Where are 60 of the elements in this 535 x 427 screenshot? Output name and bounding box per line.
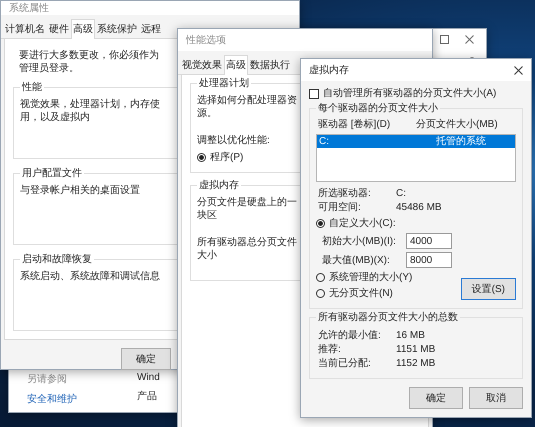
- size-option-radio[interactable]: 自定义大小(C):: [316, 217, 452, 230]
- ok-button[interactable]: 确定: [121, 348, 171, 370]
- column-header: 驱动器 [卷标](D): [318, 118, 392, 131]
- tab[interactable]: 计算机名: [3, 19, 47, 38]
- paging-size: 托管的系统: [435, 135, 487, 148]
- total-label: 推荐:: [318, 343, 342, 356]
- total-value: 1152 MB: [396, 357, 436, 370]
- group-description: 系统启动、系统故障和调试信息: [20, 270, 161, 283]
- group-description: 视觉效果，处理器计划，内存使用，以及虚拟内: [20, 98, 161, 124]
- window-title: 性能选项: [186, 34, 226, 47]
- drive-letter: C:: [319, 135, 330, 148]
- security-link[interactable]: 安全和维护: [27, 392, 77, 406]
- group-description: 选择如何分配处理器资源。: [197, 94, 298, 120]
- size-input[interactable]: 4000: [406, 233, 452, 249]
- set-button[interactable]: 设置(S): [460, 278, 516, 300]
- info-value: C:: [396, 187, 407, 200]
- optimize-prompt: 调整以优化性能:: [197, 134, 271, 147]
- tab[interactable]: 硬件: [47, 19, 71, 38]
- tab[interactable]: 数据执行: [248, 55, 292, 74]
- window-title: 虚拟内存: [309, 64, 349, 77]
- group-title: 每个驱动器的分页文件大小: [316, 102, 440, 115]
- auto-manage-checkbox[interactable]: 自动管理所有驱动器的分页文件大小(A): [309, 87, 523, 100]
- close-icon[interactable]: [514, 66, 523, 74]
- close-icon[interactable]: [465, 35, 474, 44]
- group-title: 虚拟内存: [197, 179, 241, 192]
- tab[interactable]: 高级: [71, 19, 95, 39]
- group-description: 分页文件是硬盘上的一块区: [197, 196, 298, 222]
- see-also-heading: 另请参阅: [27, 372, 68, 386]
- total-value: 16 MB: [396, 329, 426, 342]
- size-option-radio[interactable]: 系统管理的大小(Y): [316, 271, 452, 284]
- tab[interactable]: 系统保护: [95, 19, 139, 38]
- total-label: 允许的最小值:: [318, 329, 382, 342]
- info-label: 所选驱动器:: [318, 187, 372, 200]
- group-title: 用户配置文件: [20, 167, 84, 180]
- info-label: 产品: [137, 390, 158, 403]
- dialog-button[interactable]: 取消: [469, 387, 523, 409]
- tab[interactable]: 高级: [224, 55, 248, 75]
- group-title: 处理器计划: [197, 77, 251, 90]
- total-label: 当前已分配:: [318, 357, 372, 370]
- window-title: 系统属性: [9, 2, 49, 15]
- info-value: 45486 MB: [396, 201, 443, 214]
- group-title: 性能: [20, 81, 44, 94]
- group-title: 所有驱动器分页文件大小的总数: [316, 311, 460, 324]
- drive-row[interactable]: C: 托管的系统: [317, 135, 515, 148]
- group-description: 与登录帐户相关的桌面设置: [20, 184, 141, 197]
- maximize-icon[interactable]: [440, 35, 449, 44]
- tab[interactable]: 视觉效果: [180, 55, 224, 74]
- size-option-radio[interactable]: 无分页文件(N): [316, 287, 452, 300]
- info-label: 可用空间:: [318, 201, 362, 214]
- group-description: 所有驱动器总分页文件大小: [197, 236, 298, 262]
- size-input[interactable]: 8000: [406, 252, 452, 268]
- column-header: 分页文件大小(MB): [416, 118, 499, 131]
- total-value: 1151 MB: [396, 343, 436, 356]
- tab[interactable]: 远程: [139, 19, 163, 38]
- dialog-button[interactable]: 确定: [409, 387, 463, 409]
- field-label: 初始大小(MB)(I):: [322, 234, 397, 248]
- info-label: Wind: [137, 372, 160, 383]
- field-label: 最大值(MB)(X):: [322, 254, 391, 266]
- admin-notice: 要进行大多数更改，你必须作为管理员登录。: [19, 49, 160, 75]
- group-title: 启动和故障恢复: [20, 253, 94, 266]
